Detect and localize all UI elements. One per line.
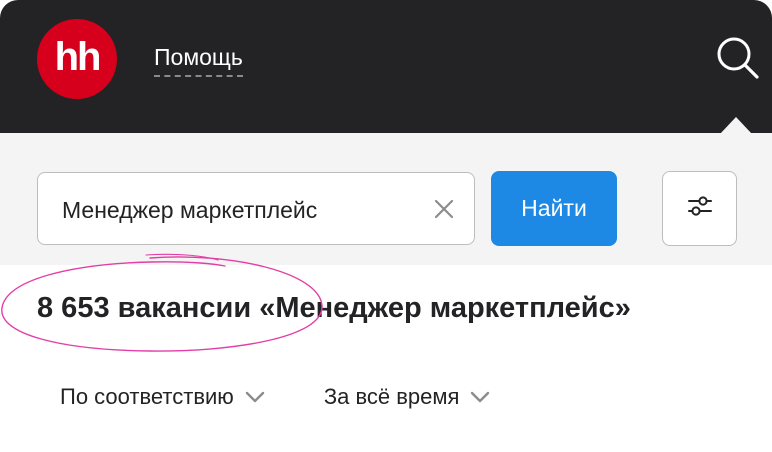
search-panel: Менеджер маркетплейс Найти <box>0 133 772 265</box>
dropdown-notch <box>720 117 752 134</box>
help-link[interactable]: Помощь <box>154 44 243 77</box>
chevron-down-icon <box>471 391 490 403</box>
search-input[interactable]: Менеджер маркетплейс <box>37 172 475 245</box>
chevron-down-icon <box>245 391 265 403</box>
filter-button[interactable] <box>662 171 737 246</box>
sort-period-dropdown[interactable]: За всё время <box>324 384 492 410</box>
find-button[interactable]: Найти <box>491 171 617 246</box>
sort-relevance-dropdown[interactable]: По соответствию <box>60 384 266 410</box>
sort-relevance-label: По соответствию <box>60 384 234 409</box>
search-input-value[interactable]: Менеджер маркетплейс <box>62 197 317 224</box>
top-header: hh Помощь <box>0 0 772 134</box>
search-icon[interactable] <box>713 33 763 83</box>
close-icon[interactable] <box>434 199 454 219</box>
app-frame: hh Помощь Менеджер маркетплейс Найти 8 6… <box>0 0 772 452</box>
sort-period-label: За всё время <box>323 384 460 409</box>
filter-sliders-icon <box>687 195 713 222</box>
results-title: 8 653 вакансии «Менеджер маркетплейс» <box>37 292 631 324</box>
hh-logo[interactable]: hh <box>37 19 117 99</box>
logo-text: hh <box>54 34 102 79</box>
sort-row: По соответствию За всё время <box>60 382 491 412</box>
